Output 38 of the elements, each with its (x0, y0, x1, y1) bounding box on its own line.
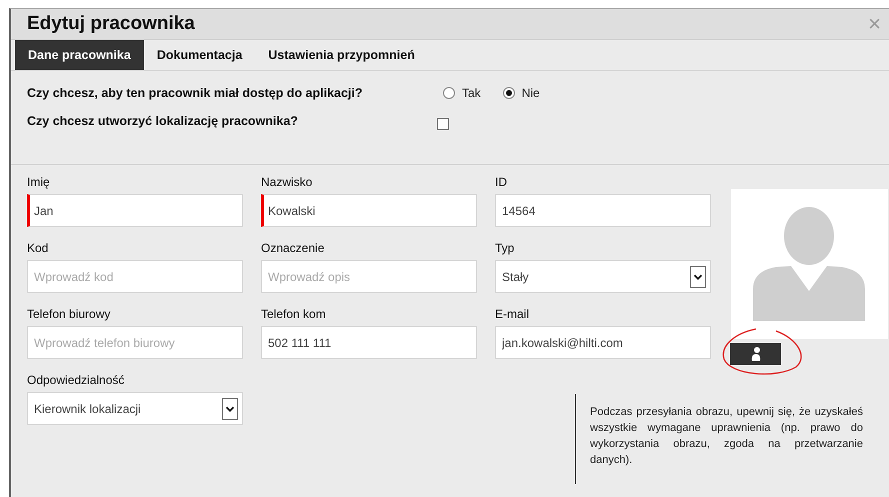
radio-button[interactable] (502, 87, 515, 99)
tab[interactable]: Dane pracownika (15, 40, 144, 70)
person-icon (750, 346, 762, 362)
radio-button[interactable] (443, 87, 455, 99)
tab[interactable]: Ustawienia przypomnień (255, 40, 428, 70)
input-field[interactable]: Jan (27, 194, 243, 227)
select-field[interactable]: Stały (495, 260, 711, 293)
field-label: ID (495, 175, 508, 190)
input-field[interactable]: Wprowadź opis (261, 260, 477, 293)
radio-label: Nie (522, 86, 540, 100)
field-label: Telefon kom (261, 307, 327, 322)
radio-label: Tak (462, 86, 481, 100)
input-field[interactable]: jan.kowalski@hilti.com (495, 326, 711, 359)
field-label: Telefon biurowy (27, 307, 112, 322)
caret-icon (690, 266, 706, 288)
input-field[interactable]: 14564 (495, 194, 711, 227)
notice-text: Podczas przesyłania obrazu, upewnij się, że uzyskałeś wszystkie wymagane uprawnienia (np. prawo do wykorzystania obrazu, zgoda na przetwarzanie danych). (575, 394, 863, 484)
caret-icon (222, 398, 238, 420)
checkbox[interactable] (437, 118, 449, 130)
input-field[interactable]: 502 111 111 (261, 326, 477, 359)
select-value: Kierownik lokalizacji (34, 402, 141, 416)
question-label: Czy chcesz, aby ten pracownik miał dostęp do aplikacji? (27, 86, 364, 100)
select-field[interactable]: Kierownik lokalizacji (27, 392, 243, 425)
field-label: Oznaczenie (261, 241, 326, 256)
field-label: Imię (27, 175, 51, 190)
field-label: Nazwisko (261, 175, 314, 190)
upload-photo-button[interactable] (730, 343, 781, 365)
window-title: Edytuj pracownika (27, 13, 195, 35)
field-label: Typ (495, 241, 516, 256)
field-label: Kod (27, 241, 50, 256)
tab[interactable]: Dokumentacja (144, 40, 256, 70)
input-field[interactable]: Wprowadź kod (27, 260, 243, 293)
question-label: Czy chcesz utworzyć lokalizację pracownika? (27, 114, 299, 128)
field-label: Odpowiedzialność (27, 373, 126, 388)
select-value: Stały (502, 270, 529, 284)
field-label: E-mail (495, 307, 530, 322)
input-field[interactable]: Wprowadź telefon biurowy (27, 326, 243, 359)
input-field[interactable]: Kowalski (261, 194, 477, 227)
